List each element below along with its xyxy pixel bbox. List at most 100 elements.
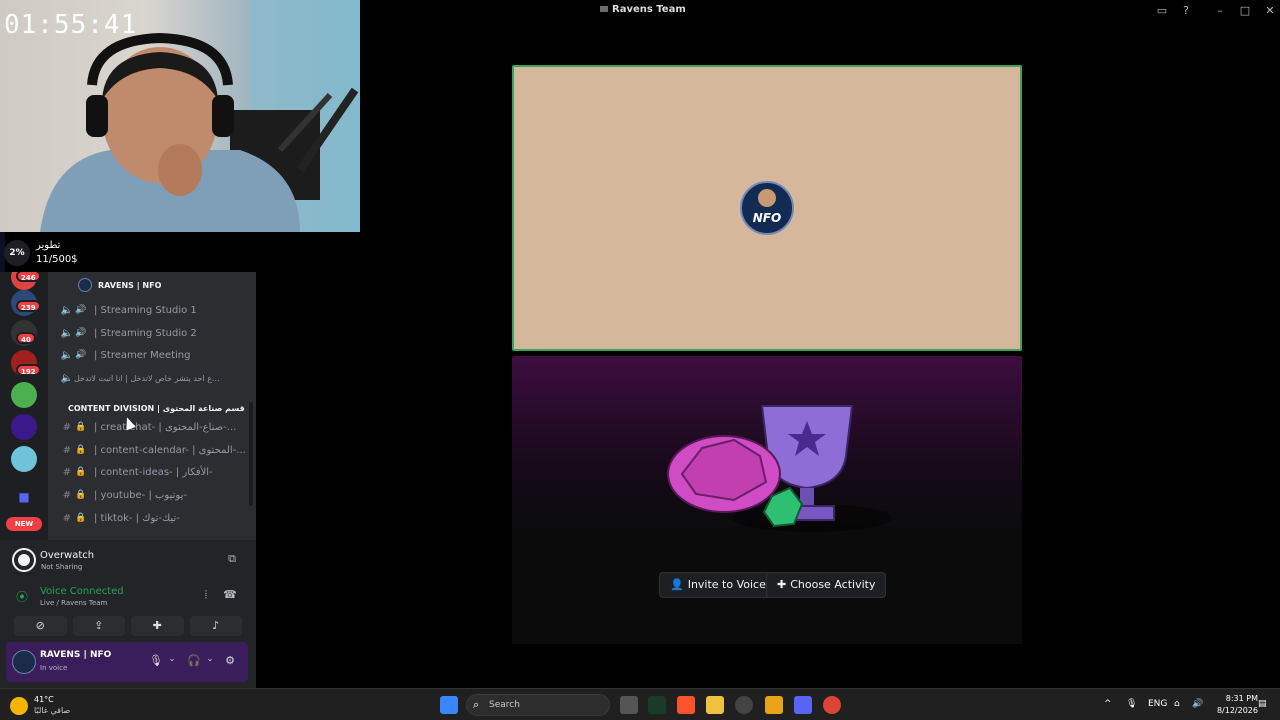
goal-percent: 2% bbox=[4, 240, 30, 266]
voice-channel[interactable]: 🔈 🔊 | Streamer Meeting bbox=[60, 345, 252, 365]
hash-icon: # bbox=[62, 466, 72, 478]
invite-label: Invite to Voice bbox=[687, 578, 766, 591]
voice-channel-name[interactable]: Live / Ravens Team bbox=[40, 599, 107, 607]
channel-list: RAVENS | NFO 🔈 🔊 | Streaming Studio 1 🔈 🔊 … bbox=[48, 272, 256, 540]
unread-badge: 192 bbox=[16, 364, 41, 376]
voice-status[interactable]: Voice Connected bbox=[40, 586, 124, 597]
windows-taskbar: 41°C صافي غالبًا ⌕ Search ^ 🎙 ENG ⌂ 🔊 8:… bbox=[0, 688, 1280, 720]
speaker-tile[interactable]: NFO bbox=[512, 65, 1022, 351]
headphones-icon[interactable]: 🎧 bbox=[186, 654, 202, 670]
speaker-icon: 🔊 bbox=[75, 305, 87, 315]
inbox-icon[interactable]: ▭ bbox=[1154, 3, 1170, 19]
unread-badge: 40 bbox=[16, 332, 36, 344]
volume-icon[interactable]: 🔊 bbox=[1192, 699, 1203, 709]
weather-condition: صافي غالبًا bbox=[34, 706, 71, 715]
voice-channel[interactable]: 🔈 🔊 | Streaming Studio 1 bbox=[60, 300, 252, 320]
system-clock[interactable]: 8:31 PM 8/12/2026 bbox=[1210, 693, 1258, 717]
donation-goal: 2% تطوير 11/500$ bbox=[0, 232, 270, 272]
language-indicator[interactable]: ENG bbox=[1148, 699, 1167, 709]
settings-app-icon[interactable] bbox=[735, 696, 753, 714]
username[interactable]: RAVENS | NFO bbox=[40, 650, 111, 660]
streamlabs-icon[interactable] bbox=[765, 696, 783, 714]
mic-icon[interactable]: 🎙 bbox=[148, 654, 164, 670]
discord-icon[interactable] bbox=[794, 696, 812, 714]
lock-icon: 🔒 bbox=[75, 490, 87, 500]
activities-icon: ✚ bbox=[777, 578, 787, 591]
text-channel[interactable]: # 🔒 | tiktok- | تيك-توك- bbox=[60, 508, 252, 528]
chevron-down-icon[interactable]: ⌄ bbox=[164, 654, 180, 670]
voice-tools: ⊘ ⇪ ✚ ♪ bbox=[14, 616, 242, 636]
settings-gear-icon[interactable]: ⚙ bbox=[222, 654, 238, 670]
text-channel[interactable]: # 🔒 | content-ideas- | الأفكار- bbox=[60, 462, 252, 482]
search-box[interactable]: ⌕ Search bbox=[466, 694, 610, 716]
activity-label: Choose Activity bbox=[790, 578, 876, 591]
channel-label: | content-ideas- | الأفكار- bbox=[94, 466, 213, 478]
screen-share-button[interactable]: ⇪ bbox=[72, 616, 125, 636]
network-icon[interactable]: ⌂ bbox=[1174, 699, 1180, 709]
clock-time: 8:31 PM bbox=[1225, 694, 1258, 703]
soundboard-button[interactable]: ♪ bbox=[189, 616, 242, 636]
server-name: RAVENS | NFO bbox=[98, 280, 162, 290]
choose-activity-button[interactable]: ✚ Choose Activity bbox=[766, 572, 887, 598]
user-status: In voice bbox=[40, 664, 68, 672]
avatar[interactable] bbox=[12, 650, 36, 674]
voice-channel[interactable]: 🔈 🔊 | Streaming Studio 2 bbox=[60, 323, 252, 343]
close-button[interactable]: ✕ bbox=[1262, 3, 1278, 19]
voice-channel[interactable]: 🔈 ع احد يتشر خاص لاتدخل | انا اتيت لاتدخ… bbox=[60, 368, 252, 388]
folder-icon[interactable]: ■ bbox=[11, 484, 37, 510]
speaker-icon: 🔊 bbox=[75, 328, 87, 338]
minimize-button[interactable]: – bbox=[1212, 3, 1228, 19]
text-channel[interactable]: # 🔒 | youtube- | يوتيوب- bbox=[60, 485, 252, 505]
chevron-down-icon[interactable]: ⌄ bbox=[202, 654, 218, 670]
server-icon[interactable] bbox=[11, 414, 37, 440]
activity-panel: Overwatch Not Sharing ⧉ bbox=[6, 544, 248, 576]
speaker-muted-icon: 🔈 bbox=[60, 327, 74, 339]
lock-icon: 🔒 bbox=[75, 445, 87, 455]
chevron-up-icon[interactable]: ^ bbox=[1104, 699, 1112, 709]
invite-to-voice-button[interactable]: 👤 Invite to Voice bbox=[659, 572, 777, 598]
activities-button[interactable]: ✚ bbox=[131, 616, 184, 636]
channel-label: | creat-chat- | صناع-المحتوى-... bbox=[94, 421, 237, 433]
brave-browser-icon[interactable] bbox=[677, 696, 695, 714]
activity-status: Not Sharing bbox=[41, 563, 83, 571]
hash-icon: # bbox=[62, 421, 72, 433]
channel-label: | Streamer Meeting bbox=[94, 349, 191, 361]
disconnect-icon[interactable]: ☎ bbox=[222, 588, 238, 604]
server-header[interactable]: RAVENS | NFO bbox=[78, 277, 161, 293]
start-icon[interactable] bbox=[440, 696, 458, 714]
category-header[interactable]: CONTENT DIVISION | قسم صناعة المحتوى ⌄ bbox=[60, 400, 248, 416]
camera-off-button[interactable]: ⊘ bbox=[14, 616, 67, 636]
channel-label: | tiktok- | تيك-توك- bbox=[94, 512, 180, 524]
overwatch-icon bbox=[14, 550, 34, 570]
text-channel[interactable]: # 🔒 | content-calendar- | المحتوى-... bbox=[60, 440, 252, 460]
microphone-icon[interactable]: 🎙 bbox=[1126, 699, 1137, 709]
text-channel[interactable]: # 🔒 | creat-chat- | صناع-المحتوى-... bbox=[60, 417, 252, 437]
unread-badge: 239 bbox=[16, 300, 41, 312]
server-icon[interactable] bbox=[11, 382, 37, 408]
nvidia-app-icon[interactable] bbox=[648, 696, 666, 714]
channel-label: ع احد يتشر خاص لاتدخل | انا اتيت لاتدخل.… bbox=[74, 373, 220, 383]
help-icon[interactable]: ? bbox=[1178, 3, 1194, 19]
notification-icon[interactable]: ▤ bbox=[1258, 699, 1267, 709]
unread-badge: 246 bbox=[16, 272, 41, 282]
file-explorer-icon[interactable] bbox=[706, 696, 724, 714]
channel-label: | content-calendar- | المحتوى-... bbox=[94, 444, 246, 456]
noise-suppression-icon[interactable]: ⦙ bbox=[198, 588, 214, 604]
goal-title: تطوير bbox=[36, 240, 61, 251]
temperature: 41°C bbox=[34, 695, 54, 704]
task-view-icon[interactable] bbox=[620, 696, 638, 714]
speaker-icon: 🔊 bbox=[75, 350, 87, 360]
speaker-muted-icon: 🔈 bbox=[60, 304, 74, 316]
share-screen-icon[interactable]: ⧉ bbox=[224, 552, 240, 566]
search-placeholder: Search bbox=[489, 700, 520, 710]
user-bar: RAVENS | NFO In voice 🎙 ⌄ 🎧 ⌄ ⚙ bbox=[6, 642, 248, 682]
user-panel: Overwatch Not Sharing ⧉ ⦿ Voice Connecte… bbox=[0, 540, 256, 688]
chrome-icon[interactable] bbox=[823, 696, 841, 714]
maximize-button[interactable]: □ bbox=[1237, 3, 1253, 19]
avatar-figure-icon bbox=[758, 189, 776, 207]
category-label: CONTENT DIVISION | قسم صناعة المحتوى bbox=[68, 403, 245, 413]
server-icon[interactable] bbox=[11, 446, 37, 472]
channel-label: | Streaming Studio 1 bbox=[94, 304, 197, 316]
scrollbar[interactable] bbox=[249, 402, 253, 506]
clock-date: 8/12/2026 bbox=[1216, 706, 1258, 715]
